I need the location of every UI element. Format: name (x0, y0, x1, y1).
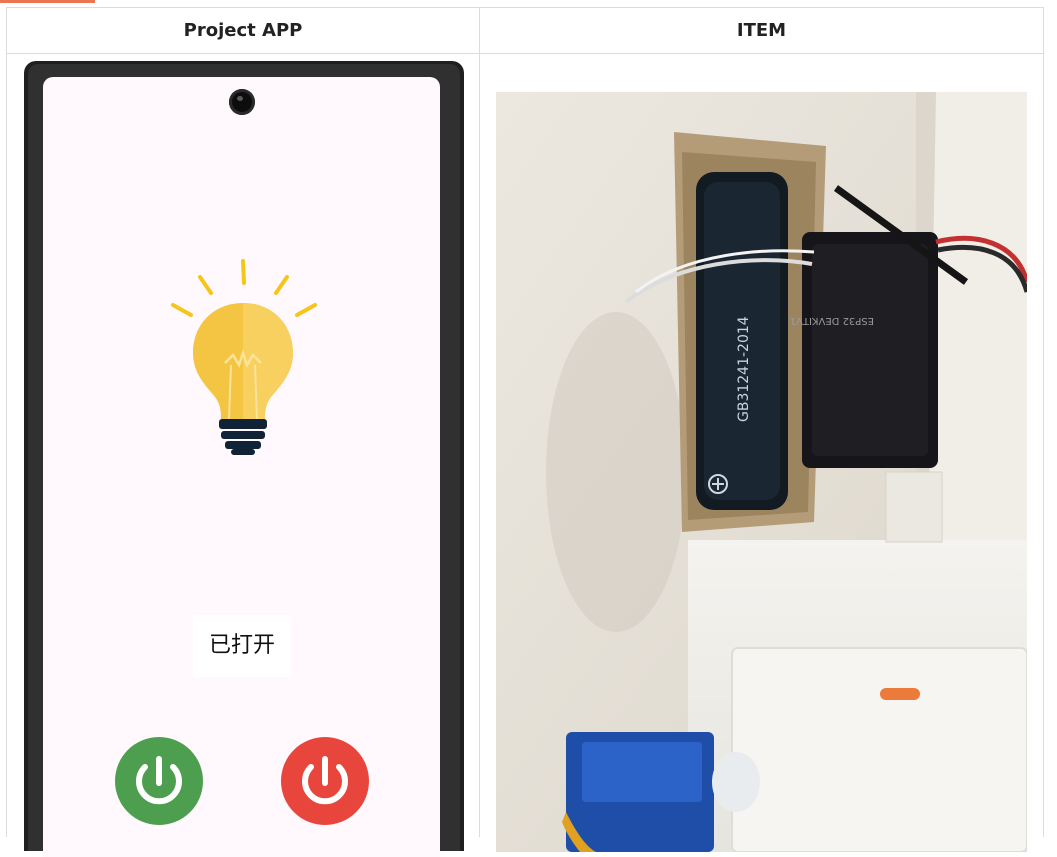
status-text: 已打开 (208, 633, 275, 658)
content-table: Project APP ITEM 已打开 GB31241-2014 ESP32 … (6, 7, 1044, 857)
front-camera (229, 89, 255, 115)
status-label: 已打开 (193, 615, 291, 677)
table-header-row: Project APP ITEM (7, 8, 1043, 54)
svg-text:GB31241-2014: GB31241-2014 (736, 316, 752, 422)
svg-text:ESP32 DEVKITV1: ESP32 DEVKITV1 (790, 315, 874, 326)
lightbulb-icon (163, 255, 323, 455)
power-off-button[interactable] (281, 737, 369, 825)
column-header-project-app: Project APP (183, 20, 303, 41)
column-header-item: ITEM (736, 20, 787, 41)
power-icon (136, 756, 182, 805)
power-icon (302, 756, 348, 805)
device-photo: GB31241-2014 ESP32 DEVKITV1 (496, 92, 1027, 852)
phone-mockup: 已打开 (24, 61, 464, 857)
column-divider (479, 8, 480, 837)
top-accent-strip (0, 0, 95, 3)
app-screen: 已打开 (43, 77, 440, 857)
power-on-button[interactable] (115, 737, 203, 825)
